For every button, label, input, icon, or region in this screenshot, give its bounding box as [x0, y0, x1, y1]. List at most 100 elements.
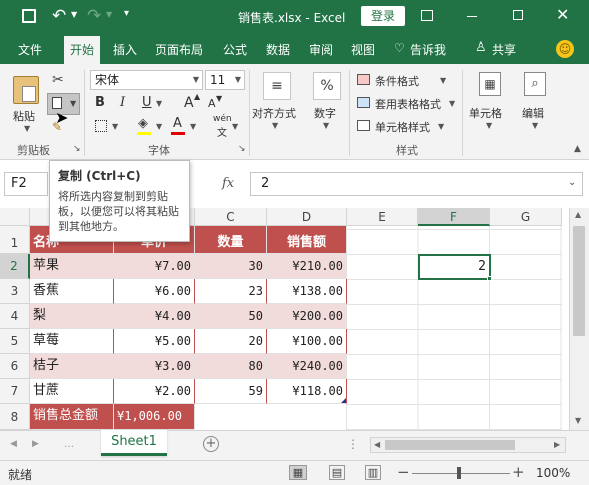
collapse-ribbon-icon[interactable]: ▲ [574, 144, 581, 154]
cell-b4[interactable]: ¥4.00 [114, 304, 195, 329]
share-button[interactable]: 共享 [492, 41, 516, 58]
scroll-thumb[interactable] [573, 226, 585, 336]
fill-color-icon[interactable]: ◈ [138, 116, 148, 131]
phonetic-dropdown-icon[interactable]: ▼ [232, 122, 238, 131]
underline-dropdown-icon[interactable]: ▼ [156, 99, 162, 108]
cell-d4[interactable]: ¥200.00 [267, 304, 347, 329]
find-icon[interactable]: ⌕ [524, 72, 546, 96]
cond-format-dropdown-icon[interactable]: ▼ [440, 76, 446, 85]
minimize-icon[interactable] [467, 16, 477, 17]
cell-b8-total-value[interactable]: ¥1,006.00 [114, 404, 195, 430]
cell-d2[interactable]: ¥210.00 [267, 254, 347, 279]
horizontal-scrollbar[interactable]: ◀ ▶ [370, 437, 566, 453]
font-launcher-icon[interactable]: ↘ [238, 144, 246, 154]
fill-dropdown-icon[interactable]: ▼ [156, 122, 162, 131]
tab-formulas[interactable]: 公式 [223, 41, 247, 58]
paste-dropdown-icon[interactable]: ▼ [24, 124, 30, 133]
header-cell-sales[interactable]: 销售额 [267, 226, 347, 254]
prev-sheet-icon[interactable]: ◀ [10, 439, 17, 449]
undo-icon[interactable]: ↶ [52, 6, 66, 26]
row-header-5[interactable]: 5 [0, 329, 30, 354]
grow-font-button[interactable]: A [184, 95, 194, 111]
font-name-select[interactable]: 宋体 ▼ [90, 70, 203, 90]
tab-file[interactable]: 文件 [18, 41, 42, 58]
cell-style-button[interactable]: 单元格样式 [375, 119, 430, 135]
cell-d5[interactable]: ¥100.00 [267, 329, 347, 354]
formula-input[interactable]: 2 [250, 172, 583, 196]
add-sheet-icon[interactable]: + [203, 436, 219, 452]
sheet-options-icon[interactable]: … [64, 439, 74, 450]
cells-dropdown-icon[interactable]: ▼ [486, 121, 492, 130]
select-all-corner[interactable] [0, 208, 30, 226]
zoom-in-icon[interactable]: + [512, 463, 525, 481]
tab-page-layout[interactable]: 页面布局 [155, 41, 203, 58]
cell-a4[interactable]: 梨 [30, 304, 114, 329]
cells-icon[interactable]: ▦ [479, 72, 501, 96]
number-dropdown-icon[interactable]: ▼ [323, 121, 329, 130]
row-header-6[interactable]: 6 [0, 354, 30, 379]
vertical-scrollbar[interactable]: ▲ ▼ [569, 208, 589, 430]
row-header-1[interactable]: 1 [0, 226, 30, 254]
scroll-right-icon[interactable]: ▶ [554, 440, 560, 449]
number-button[interactable]: 数字 [314, 105, 336, 121]
cell-c7[interactable]: 59 [195, 379, 267, 404]
cells-button[interactable]: 单元格 [469, 105, 502, 121]
border-dropdown-icon[interactable]: ▼ [112, 122, 118, 131]
header-cell-qty[interactable]: 数量 [195, 226, 267, 254]
normal-view-icon[interactable]: ▦ [289, 465, 307, 480]
cell-b2[interactable]: ¥7.00 [114, 254, 195, 279]
border-icon[interactable] [95, 120, 107, 132]
cell-b3[interactable]: ¥6.00 [114, 279, 195, 304]
scroll-up-icon[interactable]: ▲ [575, 210, 581, 219]
login-button[interactable]: 登录 [361, 6, 405, 26]
column-header-g[interactable]: G [490, 208, 562, 226]
customize-qat-icon[interactable]: ▾ [124, 8, 129, 19]
cell-a2[interactable]: 苹果 [30, 254, 114, 279]
tab-home[interactable]: 开始 [64, 36, 101, 64]
column-header-f[interactable]: F [418, 208, 490, 226]
row-header-3[interactable]: 3 [0, 279, 30, 304]
edit-dropdown-icon[interactable]: ▼ [532, 121, 538, 130]
table-resize-handle-icon[interactable] [341, 398, 346, 403]
conditional-format-button[interactable]: 条件格式 [375, 73, 419, 89]
cell-d6[interactable]: ¥240.00 [267, 354, 347, 379]
cut-icon[interactable]: ✂ [52, 72, 64, 88]
cell-b6[interactable]: ¥3.00 [114, 354, 195, 379]
close-icon[interactable]: ✕ [556, 5, 569, 24]
save-icon[interactable] [22, 9, 36, 23]
zoom-out-icon[interactable]: − [397, 463, 410, 481]
cell-c5[interactable]: 20 [195, 329, 267, 354]
smiley-icon[interactable]: ☺ [556, 40, 574, 58]
tab-insert[interactable]: 插入 [113, 41, 137, 58]
cell-c2[interactable]: 30 [195, 254, 267, 279]
tab-data[interactable]: 数据 [266, 41, 290, 58]
zoom-level[interactable]: 100% [536, 466, 570, 480]
bold-button[interactable]: B [95, 95, 105, 110]
cell-a5[interactable]: 草莓 [30, 329, 114, 354]
zoom-slider-thumb[interactable] [457, 467, 461, 479]
zoom-slider-track[interactable] [412, 473, 510, 474]
table-format-dropdown-icon[interactable]: ▼ [449, 99, 455, 108]
edit-button[interactable]: 编辑 [522, 105, 544, 121]
font-size-select[interactable]: 11 ▼ [205, 70, 245, 90]
shrink-font-button[interactable]: A [208, 97, 216, 110]
maximize-icon[interactable] [513, 10, 523, 20]
alignment-button[interactable]: 对齐方式 [252, 105, 296, 121]
cell-b7[interactable]: ¥2.00 [114, 379, 195, 404]
column-header-d[interactable]: D [267, 208, 347, 226]
h-scroll-thumb[interactable] [385, 440, 515, 450]
cell-b5[interactable]: ¥5.00 [114, 329, 195, 354]
ribbon-display-icon[interactable] [421, 10, 433, 21]
alignment-dropdown-icon[interactable]: ▼ [272, 121, 278, 130]
italic-button[interactable]: I [120, 95, 125, 110]
expand-formula-icon[interactable]: ⌄ [568, 177, 576, 188]
font-color-dropdown-icon[interactable]: ▼ [190, 122, 196, 131]
name-box[interactable]: F2 [4, 172, 48, 196]
column-header-c[interactable]: C [195, 208, 267, 226]
alignment-icon[interactable]: ≡ [263, 72, 291, 100]
next-sheet-icon[interactable]: ▶ [32, 439, 39, 449]
row-header-8[interactable]: 8 [0, 404, 30, 430]
undo-dropdown-icon[interactable]: ▼ [71, 10, 77, 19]
row-header-7[interactable]: 7 [0, 379, 30, 404]
fill-handle[interactable] [487, 276, 492, 281]
